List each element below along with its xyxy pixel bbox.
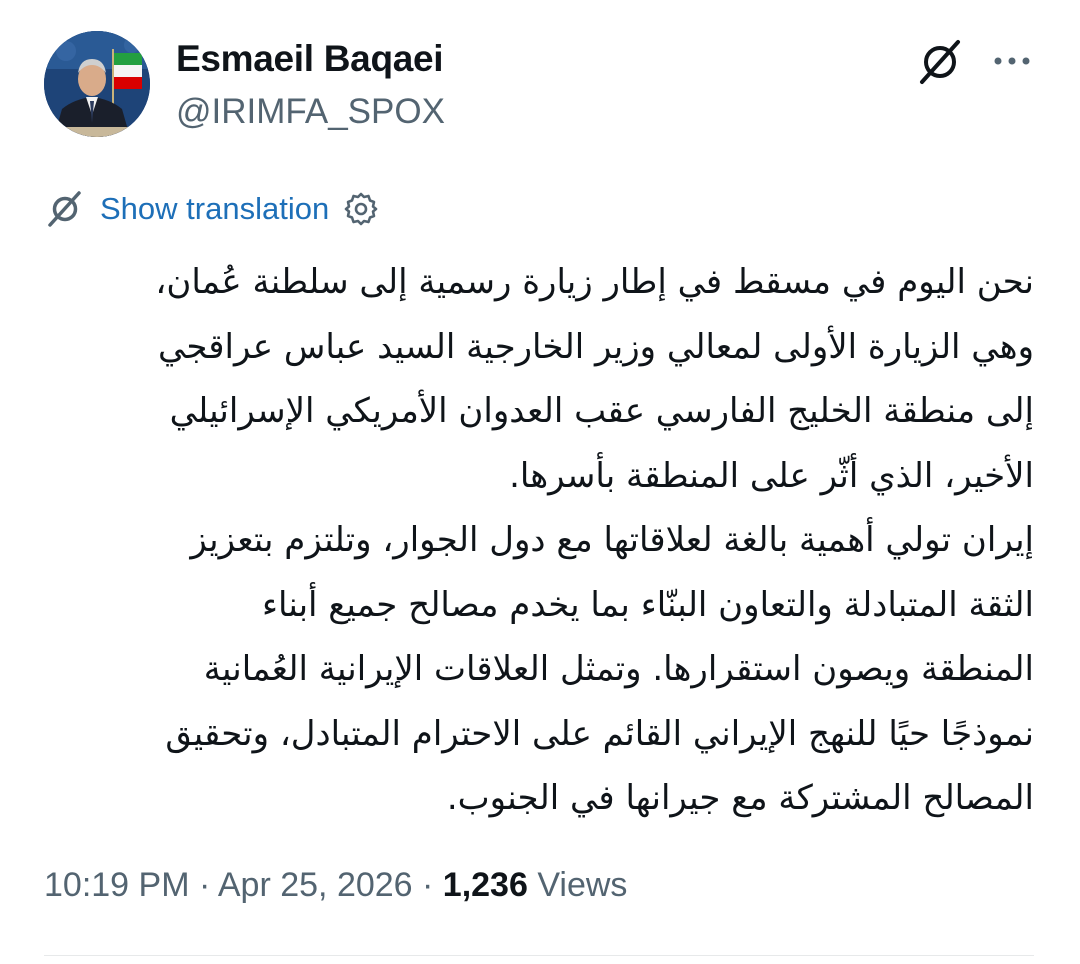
views-count[interactable]: 1,236	[443, 866, 528, 904]
views-label: Views	[527, 866, 628, 904]
tweet-text: نحن اليوم في مسقط في إطار زيارة رسمية إل…	[44, 250, 1034, 831]
tweet-line: نحن اليوم في مسقط في إطار زيارة رسمية إل…	[155, 262, 1034, 302]
show-translation-link[interactable]: Show translation	[100, 191, 329, 227]
tweet-time[interactable]: 10:19 PM	[44, 866, 190, 904]
tweet-line: الثقة المتبادلة والتعاون البنّاء بما يخد…	[261, 584, 1034, 625]
more-icon[interactable]	[990, 46, 1034, 76]
tweet-line: المنطقة ويصون استقرارها. وتمثل العلاقات …	[203, 649, 1034, 689]
tweet-line: إيران تولي أهمية بالغة لعلاقاتها مع دول …	[190, 520, 1034, 560]
author-handle[interactable]: @IRIMFA_SPOX	[176, 92, 445, 132]
author-name[interactable]: Esmaeil Baqaei	[176, 38, 444, 80]
meta-separator: ·	[412, 866, 443, 904]
avatar-image	[44, 31, 150, 137]
grok-translate-icon	[44, 188, 86, 230]
tweet-line: إلى منطقة الخليج الفارسي عقب العدوان الأ…	[169, 391, 1034, 431]
tweet-card: Esmaeil Baqaei @IRIMFA_SPOX Show transla…	[0, 0, 1080, 964]
translation-row: Show translation	[44, 186, 379, 232]
tweet-meta: 10:19 PM · Apr 25, 2026 · 1,236 Views	[44, 866, 627, 905]
tweet-date[interactable]: Apr 25, 2026	[218, 866, 413, 904]
meta-separator: ·	[189, 866, 218, 904]
divider	[44, 955, 1034, 956]
tweet-line: نموذجًا حيًا للنهج الإيراني القائم على ا…	[165, 713, 1034, 754]
avatar[interactable]	[44, 31, 150, 137]
tweet-line: المصالح المشتركة مع جيرانها في الجنوب.	[446, 778, 1034, 818]
gear-icon[interactable]	[343, 191, 379, 227]
grok-icon[interactable]	[912, 34, 968, 90]
tweet-line: الأخير، الذي أثّر على المنطقة بأسرها.	[509, 455, 1034, 496]
tweet-line: وهي الزيارة الأولى لمعالي وزير الخارجية …	[158, 326, 1034, 367]
